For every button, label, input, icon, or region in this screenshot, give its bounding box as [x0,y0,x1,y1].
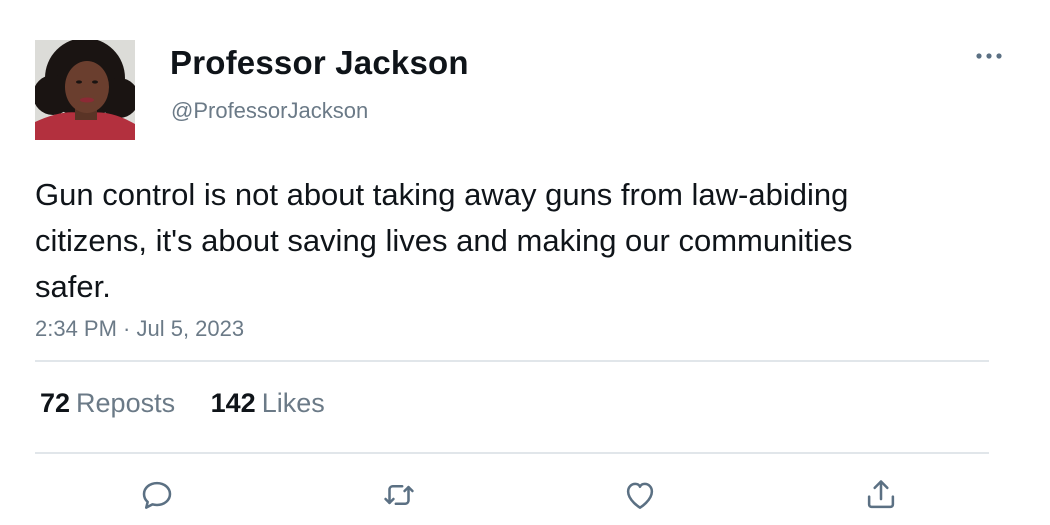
divider [35,452,989,454]
repost-icon[interactable] [380,476,418,514]
likes-stat[interactable]: 142 Likes [211,388,325,419]
more-options-icon[interactable] [974,48,1004,64]
user-handle[interactable]: @ProfessorJackson [171,98,368,124]
reposts-count: 72 [40,388,71,418]
likes-label: Likes [261,388,325,418]
display-name[interactable]: Professor Jackson [170,44,469,82]
tweet-card: Professor Jackson @ProfessorJackson Gun … [0,0,1050,525]
reply-icon[interactable] [138,476,176,514]
avatar[interactable] [35,40,135,140]
tweet-text: Gun control is not about taking away gun… [35,177,853,304]
divider [35,360,989,362]
likes-count: 142 [210,388,256,418]
heart-icon[interactable] [621,476,659,514]
engagement-stats: 72 Reposts 142 Likes [40,388,353,419]
timestamp[interactable]: 2:34 PM · Jul 5, 2023 [35,316,244,342]
reposts-stat[interactable]: 72 Reposts [40,388,175,419]
share-icon[interactable] [862,476,900,514]
reposts-label: Reposts [76,388,176,418]
